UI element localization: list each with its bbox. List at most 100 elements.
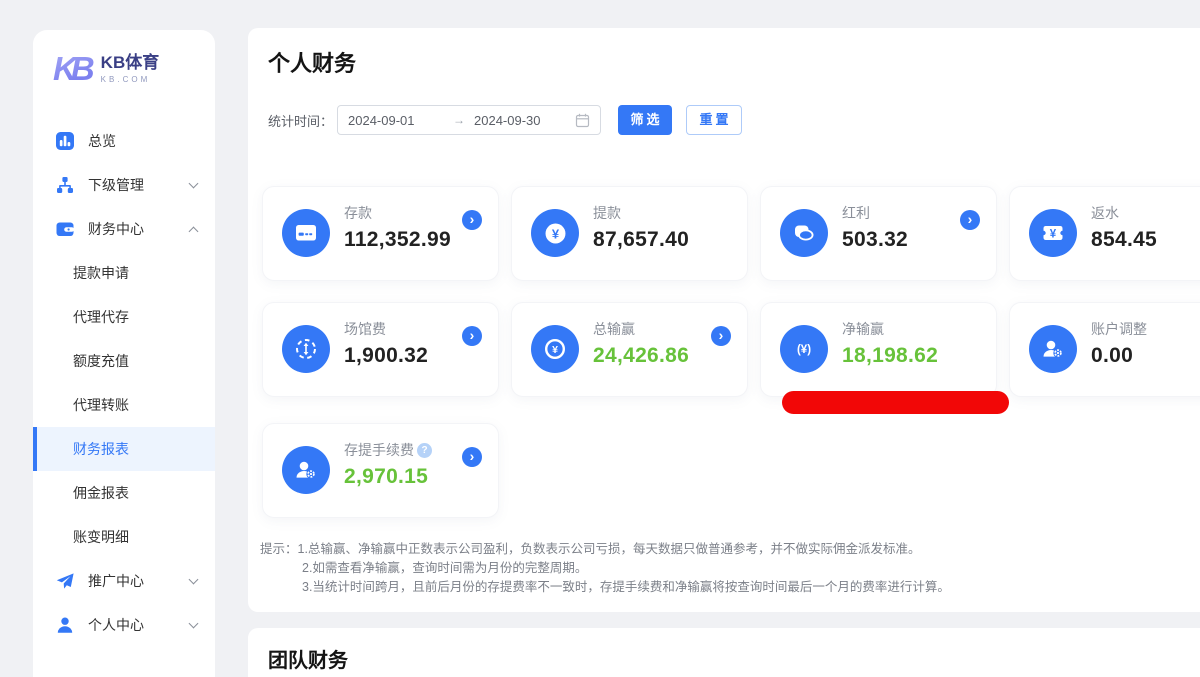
sidebar-item-label: 推广中心 xyxy=(88,571,144,591)
tips-line-3: 3.当统计时间跨月，且前后月份的存提费率不一致时，存提手续费和净输赢将按查询时间… xyxy=(302,578,950,597)
start-date-field[interactable]: 2024-09-01 xyxy=(348,113,444,128)
tips-line-1: 1.总输赢、净输赢中正数表示公司盈利，负数表示公司亏损，每天数据只做普通参考，并… xyxy=(298,540,921,559)
sidebar-item-agent-transfer[interactable]: 代理转账 xyxy=(33,383,215,427)
chart-icon xyxy=(55,131,75,151)
card-detail-arrow-button[interactable]: › xyxy=(462,326,482,346)
logo-kb-mark: KB xyxy=(53,52,99,85)
app-logo[interactable]: KB KB体育 KB.COM xyxy=(33,30,215,85)
card-label: 存提手续费 ? xyxy=(344,440,432,460)
svg-text:(¥): (¥) xyxy=(797,344,811,356)
sidebar-item-withdrawal-request[interactable]: 提款申请 xyxy=(33,251,215,295)
card-deposit-withdrawal-fee: 存提手续费 ? 2,970.15 › xyxy=(262,423,499,518)
yen-ring-icon: ¥ xyxy=(531,325,579,373)
chevron-up-icon xyxy=(189,227,199,237)
card-value: 87,657.40 xyxy=(593,228,689,252)
user-gear-icon xyxy=(282,446,330,494)
sidebar-item-label: 额度充值 xyxy=(73,351,129,371)
chevron-down-icon xyxy=(189,575,199,585)
sidebar-item-label: 代理代存 xyxy=(73,307,129,327)
user-icon xyxy=(55,615,75,635)
team-finance-title: 团队财务 xyxy=(268,644,348,673)
sidebar: KB KB体育 KB.COM 总览 下级管理 财务中心 提款 xyxy=(33,30,215,677)
card-detail-arrow-button[interactable]: › xyxy=(711,326,731,346)
svg-text:¥: ¥ xyxy=(1050,228,1057,240)
card-label: 账户调整 xyxy=(1091,319,1147,339)
sidebar-item-finance-center[interactable]: 财务中心 xyxy=(33,207,215,251)
card-value: 1,900.32 xyxy=(344,344,428,368)
sidebar-item-label: 提款申请 xyxy=(73,263,129,283)
date-range-arrow: → xyxy=(444,113,474,127)
venue-fee-icon xyxy=(282,325,330,373)
sidebar-item-label: 代理转账 xyxy=(73,395,129,415)
ticket-yen-icon: ¥ xyxy=(1029,209,1077,257)
card-detail-arrow-button[interactable]: › xyxy=(462,210,482,230)
plane-icon xyxy=(55,571,75,591)
yen-disc-icon: ¥ xyxy=(531,209,579,257)
chevron-down-icon xyxy=(189,619,199,629)
sidebar-item-label: 财务报表 xyxy=(73,439,129,459)
card-label: 提款 xyxy=(593,203,621,223)
team-finance-panel: 团队财务 xyxy=(248,628,1200,677)
card-value: 2,970.15 xyxy=(344,465,428,489)
card-detail-arrow-button[interactable]: › xyxy=(960,210,980,230)
filter-button[interactable]: 筛选 xyxy=(618,105,672,135)
personal-finance-panel: 个人财务 统计时间： 2024-09-01 → 2024-09-30 筛选 重置… xyxy=(248,28,1200,612)
card-label-text: 存提手续费 xyxy=(344,440,414,460)
logo-title: KB体育 xyxy=(101,53,160,73)
card-label: 场馆费 xyxy=(344,319,386,339)
sidebar-item-commission-report[interactable]: 佣金报表 xyxy=(33,471,215,515)
sidebar-item-overview[interactable]: 总览 xyxy=(33,119,215,163)
org-icon xyxy=(55,175,75,195)
wallet-icon xyxy=(55,219,75,239)
svg-text:¥: ¥ xyxy=(551,226,559,241)
card-label: 红利 xyxy=(842,203,870,223)
tips-section: 提示： 1.总输赢、净输赢中正数表示公司盈利，负数表示公司亏损，每天数据只做普通… xyxy=(260,540,950,597)
sidebar-item-agent-deposit[interactable]: 代理代存 xyxy=(33,295,215,339)
card-value: 24,426.86 xyxy=(593,344,689,368)
stat-time-label: 统计时间： xyxy=(268,111,333,130)
logo-subtitle: KB.COM xyxy=(101,75,160,84)
card-label: 存款 xyxy=(344,203,372,223)
card-label: 返水 xyxy=(1091,203,1119,223)
coins-icon xyxy=(780,209,828,257)
sidebar-item-label: 财务中心 xyxy=(88,219,144,239)
reset-button[interactable]: 重置 xyxy=(686,105,742,135)
card-net-winloss: (¥) 净输赢 18,198.62 xyxy=(760,302,997,397)
card-value: 503.32 xyxy=(842,228,908,252)
card-value: 18,198.62 xyxy=(842,344,938,368)
card-deposit: 存款 112,352.99 › xyxy=(262,186,499,281)
card-detail-arrow-button[interactable]: › xyxy=(462,447,482,467)
sidebar-item-label: 下级管理 xyxy=(88,175,144,195)
sidebar-item-label: 佣金报表 xyxy=(73,483,129,503)
calendar-icon xyxy=(575,113,590,128)
sidebar-item-subordinate-mgmt[interactable]: 下级管理 xyxy=(33,163,215,207)
help-icon[interactable]: ? xyxy=(417,443,432,458)
red-underline-marker xyxy=(782,391,1009,414)
sidebar-item-label: 总览 xyxy=(88,131,116,151)
card-value: 854.45 xyxy=(1091,228,1157,252)
card-rebate: ¥ 返水 854.45 xyxy=(1009,186,1200,281)
card-value: 112,352.99 xyxy=(344,228,451,252)
yen-paren-icon: (¥) xyxy=(780,325,828,373)
sidebar-item-account-changes[interactable]: 账变明细 xyxy=(33,515,215,559)
tips-prefix: 提示： xyxy=(260,540,298,559)
card-venue-fee: 场馆费 1,900.32 › xyxy=(262,302,499,397)
card-bonus: 红利 503.32 › xyxy=(760,186,997,281)
sidebar-item-promotion-center[interactable]: 推广中心 xyxy=(33,559,215,603)
tips-line-2: 2.如需查看净输赢，查询时间需为月份的完整周期。 xyxy=(302,559,950,578)
card-label: 净输赢 xyxy=(842,319,884,339)
sidebar-item-financial-report[interactable]: 财务报表 xyxy=(33,427,215,471)
filter-row: 统计时间： 2024-09-01 → 2024-09-30 筛选 重置 xyxy=(268,105,742,135)
sidebar-item-personal-center[interactable]: 个人中心 xyxy=(33,603,215,647)
svg-text:¥: ¥ xyxy=(552,344,558,356)
user-gear-icon xyxy=(1029,325,1077,373)
page-title: 个人财务 xyxy=(268,46,356,78)
card-total-winloss: ¥ 总输赢 24,426.86 › xyxy=(511,302,748,397)
card-withdrawal: ¥ 提款 87,657.40 xyxy=(511,186,748,281)
card-account-adjustment: 账户调整 0.00 xyxy=(1009,302,1200,397)
date-range-input[interactable]: 2024-09-01 → 2024-09-30 xyxy=(337,105,601,135)
chevron-down-icon xyxy=(189,179,199,189)
end-date-field[interactable]: 2024-09-30 xyxy=(474,113,575,128)
card-label: 总输赢 xyxy=(593,319,635,339)
sidebar-item-quota-recharge[interactable]: 额度充值 xyxy=(33,339,215,383)
